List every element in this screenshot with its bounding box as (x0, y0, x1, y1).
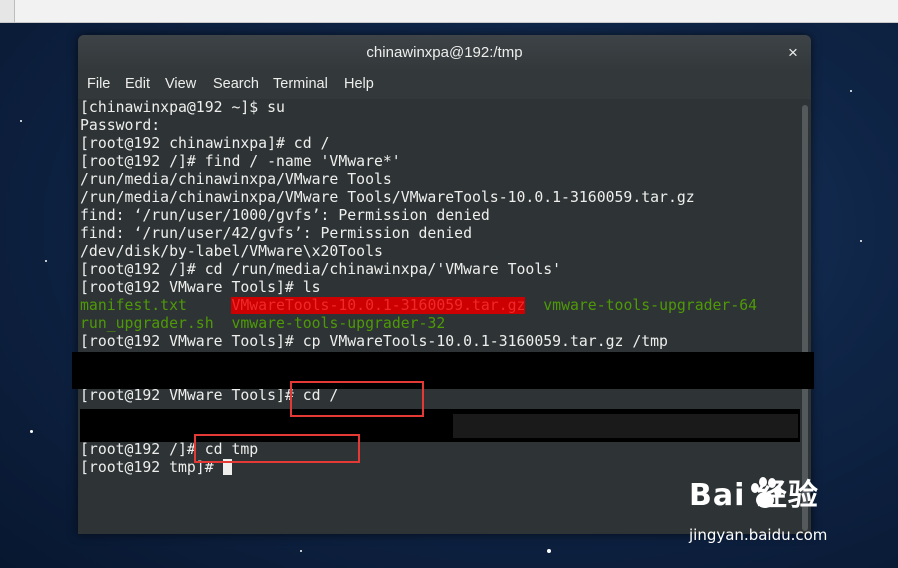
scrollbar-thumb[interactable] (802, 105, 808, 531)
terminal-output[interactable]: [chinawinxpa@192 ~]$ su Password: [root@… (78, 99, 811, 534)
menu-bar: File Edit View Search Terminal Help (78, 71, 811, 99)
terminal-line: [root@192 /]# cd /run/media/chinawinxpa/… (80, 261, 562, 278)
terminal-line: Password: (80, 117, 161, 134)
menu-terminal[interactable]: Terminal (273, 76, 328, 92)
terminal-line: [root@192 /]# find / -name 'VMware*' (80, 153, 401, 170)
menu-help[interactable]: Help (344, 76, 374, 92)
star (30, 430, 33, 433)
ls-output-row: run_upgrader.sh vmware-tools-upgrader-32 (80, 315, 445, 333)
menu-view[interactable]: View (165, 76, 196, 92)
terminal-line: [root@192 VMware Tools]# ls (80, 279, 321, 296)
terminal-line: find: ‘/run/user/42/gvfs’: Permission de… (80, 225, 472, 242)
highlight-box-cd-root (290, 381, 424, 417)
terminal-line: /run/media/chinawinxpa/VMware Tools (80, 171, 392, 188)
scrollbar[interactable] (801, 103, 809, 533)
redaction-bar (72, 352, 814, 389)
star (860, 240, 862, 242)
menu-file[interactable]: File (87, 76, 110, 92)
terminal-line: find: ‘/run/user/1000/gvfs’: Permission … (80, 207, 490, 224)
desktop-top-bar (0, 0, 898, 23)
terminal-line: /run/media/chinawinxpa/VMware Tools/VMwa… (80, 189, 695, 206)
ls-file-manifest: manifest.txt (80, 297, 187, 314)
ls-output-row: manifest.txt VMwareTools-10.0.1-3160059.… (80, 297, 757, 315)
star (300, 550, 302, 552)
menu-search[interactable]: Search (213, 76, 259, 92)
redaction-bar (453, 414, 798, 438)
star (45, 260, 47, 262)
ls-file-upgrader-32: vmware-tools-upgrader-32 (231, 315, 446, 332)
star (20, 120, 22, 122)
ls-file-run-upgrader: run_upgrader.sh (80, 315, 214, 332)
terminal-line: /dev/disk/by-label/VMware\x20Tools (80, 243, 383, 260)
terminal-window: chinawinxpa@192:/tmp × File Edit View Se… (78, 35, 811, 534)
window-title: chinawinxpa@192:/tmp (366, 44, 523, 61)
watermark-url: jingyan.baidu.com (689, 526, 828, 544)
star (850, 90, 852, 92)
paw-icon (751, 477, 782, 508)
terminal-line: [chinawinxpa@192 ~]$ su (80, 99, 285, 116)
terminal-line: [root@192 VMware Tools]# cp VMwareTools-… (80, 333, 668, 350)
top-bar-corner (0, 0, 15, 22)
ls-file-tarball: VMwareTools-10.0.1-3160059.tar.gz (231, 297, 526, 314)
terminal-line: [root@192 chinawinxpa]# cd / (80, 135, 330, 152)
highlight-box-cd-tmp (194, 434, 360, 463)
menu-edit[interactable]: Edit (125, 76, 150, 92)
star (547, 549, 551, 553)
window-titlebar[interactable]: chinawinxpa@192:/tmp × (78, 35, 811, 71)
ls-file-upgrader-64: vmware-tools-upgrader-64 (543, 297, 758, 314)
close-icon[interactable]: × (781, 41, 805, 65)
